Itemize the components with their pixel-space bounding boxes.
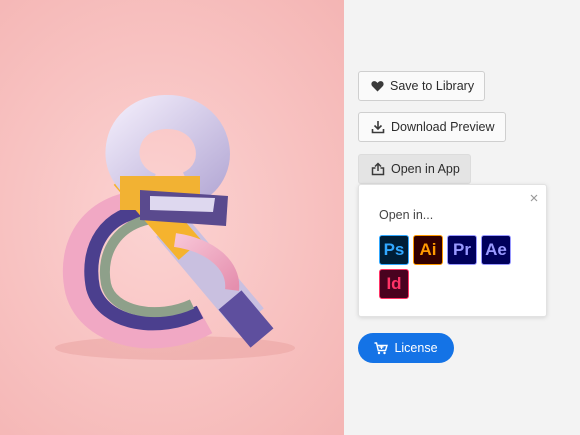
open-in-app-button[interactable]: Open in App: [358, 154, 471, 184]
share-icon: [371, 162, 385, 176]
after-effects-app-icon[interactable]: Ae: [481, 235, 511, 265]
cart-icon: [374, 341, 389, 354]
asset-actions-panel: Save to Library Download Preview Open in…: [344, 0, 580, 435]
photoshop-app-icon[interactable]: Ps: [379, 235, 409, 265]
open-in-popover: Open in... Ps Ai Pr Ae Id: [358, 184, 547, 317]
license-button[interactable]: License: [358, 333, 454, 363]
download-icon: [371, 121, 385, 134]
license-label: License: [394, 341, 438, 355]
stock-image-preview: [0, 0, 344, 435]
premiere-pro-app-icon[interactable]: Pr: [447, 235, 477, 265]
popover-title: Open in...: [379, 208, 434, 222]
close-icon[interactable]: [529, 193, 539, 203]
indesign-app-icon[interactable]: Id: [379, 269, 409, 299]
download-preview-button[interactable]: Download Preview: [358, 112, 506, 142]
illustrator-app-icon[interactable]: Ai: [413, 235, 443, 265]
download-preview-label: Download Preview: [391, 120, 495, 134]
ampersand-artwork: [55, 95, 295, 360]
save-to-library-label: Save to Library: [390, 79, 475, 93]
open-in-app-label: Open in App: [391, 162, 460, 176]
heart-icon: [371, 81, 384, 92]
save-to-library-button[interactable]: Save to Library: [358, 71, 486, 101]
